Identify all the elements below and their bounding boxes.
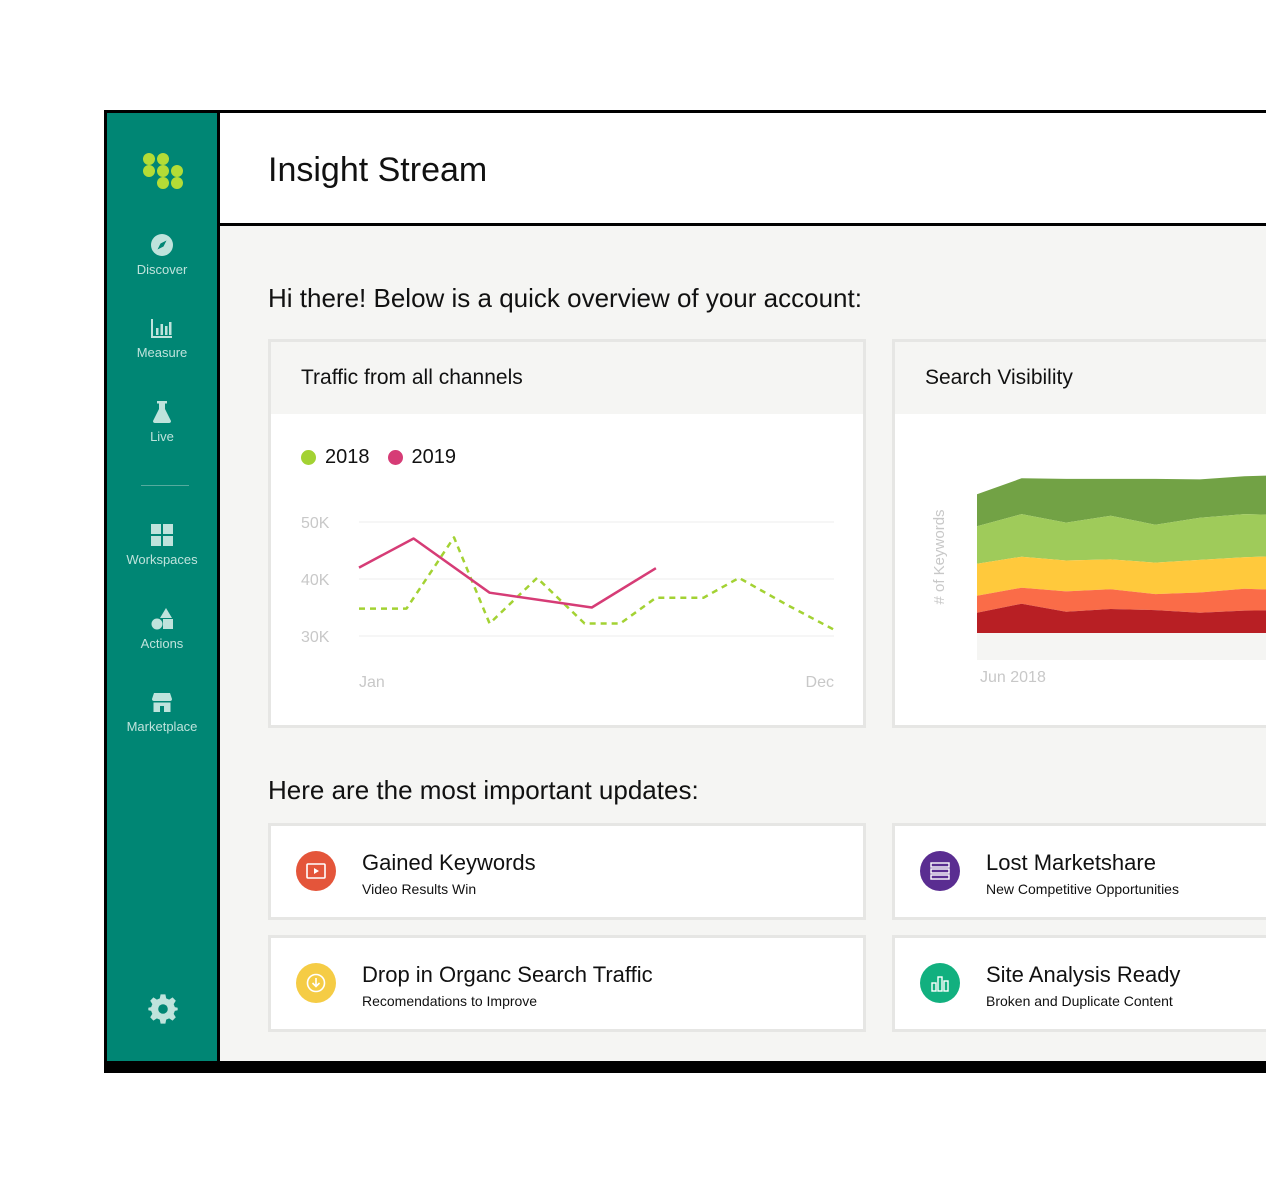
update-title: Drop in Organc Search Traffic [362,962,653,987]
visibility-area-chart: # of Keywords Jun 2018 [931,475,1266,686]
x-tick-label: Jan [359,674,385,691]
update-subtitle: Broken and Duplicate Content [986,993,1173,1009]
sidebar-item-label: Workspaces [126,552,198,567]
flask-icon [153,401,171,423]
sidebar-item-label: Marketplace [126,719,198,734]
updates-heading: Here are the most important updates: [268,775,699,805]
update-subtitle: Video Results Win [362,881,477,897]
list-icon [930,862,950,880]
traffic-line-chart: 50K 40K 30K Jan Dec [301,515,835,691]
gear-icon[interactable] [147,993,179,1025]
overview-heading: Hi there! Below is a quick overview of y… [268,283,862,313]
update-title: Site Analysis Ready [986,962,1181,987]
sidebar-item-label: Measure [136,345,188,360]
update-icon-badge [920,963,960,1003]
sidebar-item-marketplace[interactable]: Marketplace [107,690,217,734]
bar-chart-icon [931,976,949,992]
shapes-icon [151,608,173,630]
main-content: Insight Stream Hi there! Below is a quic… [220,113,1266,1061]
update-card-site-analysis[interactable]: Site Analysis Ready Broken and Duplicate… [892,935,1266,1032]
area-band [977,514,1266,564]
sidebar-item-label: Live [150,429,174,444]
store-icon [152,693,172,712]
app-window: Discover Measure Live Workspaces Actions… [104,110,1266,1073]
visibility-card: Search Visibility # of Keywords Jun 2018 [892,339,1266,728]
logo[interactable] [143,153,185,195]
update-icon-badge [296,963,336,1003]
update-title: Gained Keywords [362,850,536,875]
update-card-gained-keywords[interactable]: Gained Keywords Video Results Win [268,823,866,920]
chart-baseline-band [977,633,1266,660]
y-tick-label: 30K [301,629,330,646]
traffic-card: Traffic from all channels 2018 2019 50K 4… [268,339,866,728]
update-icon-badge [920,851,960,891]
sidebar: Discover Measure Live Workspaces Actions… [107,113,217,1061]
download-circle-icon [306,973,326,993]
sidebar-item-label: Actions [140,636,184,651]
y-axis-label: # of Keywords [931,509,948,604]
series-line-2019 [358,537,657,609]
nav-divider [141,485,189,486]
page-title: Insight Stream [268,151,488,189]
update-icon-badge [296,851,336,891]
sidebar-item-discover[interactable]: Discover [107,233,217,277]
x-tick-label: Jun 2018 [980,669,1046,686]
sidebar-item-live[interactable]: Live [107,400,217,444]
update-card-lost-marketshare[interactable]: Lost Marketshare New Competitive Opportu… [892,823,1266,920]
compass-icon [151,234,173,256]
top-bar: Insight Stream [220,113,1266,226]
x-tick-label: Dec [806,674,834,691]
bar-chart-icon [151,319,172,338]
sidebar-item-label: Discover [136,262,188,277]
update-title: Lost Marketshare [986,850,1156,875]
sidebar-item-workspaces[interactable]: Workspaces [107,523,217,567]
update-card-drop-organic-traffic[interactable]: Drop in Organc Search Traffic Recomendat… [268,935,866,1032]
y-tick-label: 50K [301,515,330,532]
grid-icon [151,524,173,546]
video-icon [306,863,326,879]
y-tick-label: 40K [301,572,330,589]
update-subtitle: New Competitive Opportunities [986,881,1179,897]
update-subtitle: Recomendations to Improve [362,993,538,1009]
sidebar-item-measure[interactable]: Measure [107,316,217,360]
sidebar-item-actions[interactable]: Actions [107,607,217,651]
